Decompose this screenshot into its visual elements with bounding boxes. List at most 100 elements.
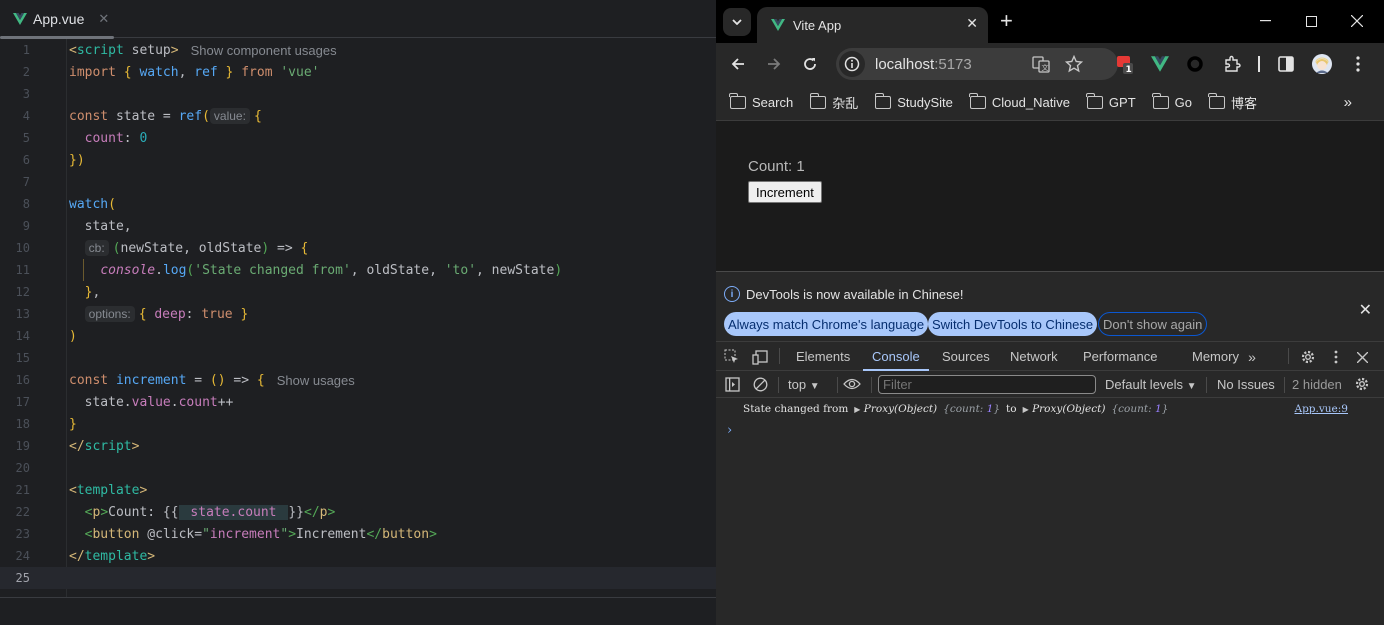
show-usages-hint[interactable]: Show usages (277, 373, 355, 388)
context-selector[interactable]: top ▼ (788, 377, 820, 392)
tab-search-button[interactable] (723, 8, 751, 36)
profile-avatar[interactable] (1311, 53, 1333, 75)
tab-console[interactable]: Console (863, 342, 929, 371)
bookmark-label: Cloud_Native (991, 95, 1070, 110)
preview-key: {count: (1111, 403, 1155, 415)
extensions-puzzle-icon[interactable] (1221, 53, 1243, 75)
tab-network[interactable]: Network (1010, 342, 1058, 371)
tab-elements[interactable]: Elements (796, 342, 850, 371)
bookmark-folder[interactable]: StudySite (874, 93, 953, 110)
site-info-button[interactable] (839, 51, 865, 77)
tab-performance[interactable]: Performance (1083, 342, 1157, 371)
code-line: 13 options:{ deep: true } (0, 303, 716, 325)
close-devtools-icon[interactable] (1352, 347, 1372, 367)
translate-icon[interactable]: 文 (1032, 55, 1050, 73)
dont-show-again-button[interactable]: Don't show again (1098, 312, 1208, 336)
close-icon[interactable]: ✕ (98, 11, 109, 27)
tab-memory[interactable]: Memory (1192, 342, 1239, 371)
back-button[interactable] (726, 52, 750, 76)
bookmarks-overflow-icon[interactable]: » (1344, 94, 1352, 111)
bookmark-folder[interactable]: Go (1152, 93, 1192, 110)
address-bar[interactable]: localhost:5173 文 (836, 48, 1118, 80)
folder-icon (969, 93, 986, 109)
folder-icon (1152, 93, 1169, 109)
expandable-object[interactable]: ▶ Proxy(Object) (854, 403, 937, 415)
console-filter-input[interactable] (878, 375, 1096, 394)
sidebar-toggle-icon[interactable] (722, 374, 742, 394)
divider (1288, 348, 1289, 364)
issues-button[interactable]: No Issues (1217, 377, 1275, 392)
bookmark-folder[interactable]: 杂乱 (809, 93, 858, 112)
bookmark-folder[interactable]: Search (729, 93, 793, 110)
code-line: 1 < script setup > Show component usages (0, 39, 716, 61)
show-component-usages-hint[interactable]: Show component usages (191, 43, 337, 58)
log-levels-dropdown[interactable]: Default levels ▼ (1105, 377, 1197, 392)
extension-circle-icon[interactable] (1184, 53, 1206, 75)
code-line: 2 import { watch, ref } from 'vue' (0, 61, 716, 83)
token: </ (366, 526, 383, 542)
info-icon: i (724, 286, 740, 302)
token: value (131, 394, 171, 410)
token: ( (112, 240, 121, 256)
editor-bottom-bar (0, 597, 716, 625)
increment-button[interactable]: Increment (748, 181, 822, 203)
tab-sources[interactable]: Sources (942, 342, 990, 371)
side-panel-icon[interactable] (1275, 53, 1297, 75)
bookmark-folder[interactable]: 博客 (1208, 93, 1257, 112)
always-match-language-button[interactable]: Always match Chrome's language (724, 312, 929, 336)
clear-console-icon[interactable] (750, 374, 770, 394)
browser-toolbar: localhost:5173 文 1 (716, 43, 1384, 85)
chrome-menu-icon[interactable] (1347, 53, 1369, 75)
language-infobar: i DevTools is now available in Chinese! … (716, 272, 1384, 342)
bookmark-star-icon[interactable] (1065, 55, 1083, 73)
vue-devtools-extension-icon[interactable] (1149, 53, 1171, 75)
devtools-menu-icon[interactable] (1326, 347, 1346, 367)
token: true (201, 306, 233, 322)
close-infobar-icon[interactable]: ✕ (1359, 300, 1372, 320)
forward-button[interactable] (762, 52, 786, 76)
token: : (185, 306, 202, 322)
new-tab-button[interactable]: + (1000, 8, 1013, 34)
token: const (69, 108, 109, 124)
device-toolbar-icon[interactable] (750, 347, 770, 367)
token: count (178, 394, 218, 410)
token: script (76, 42, 124, 58)
expand-triangle-icon[interactable]: ▶ (854, 405, 860, 414)
minimize-button[interactable] (1242, 8, 1288, 34)
browser-tab[interactable]: Vite App ✕ (757, 7, 988, 43)
token: @click= (139, 526, 203, 542)
switch-to-chinese-button[interactable]: Switch DevTools to Chinese (928, 312, 1098, 336)
indent-guide (83, 259, 84, 281)
console-settings-gear-icon[interactable] (1352, 374, 1372, 394)
maximize-button[interactable] (1288, 8, 1334, 34)
source-link[interactable]: App.vue:9 (1295, 403, 1349, 415)
token: . (170, 394, 179, 410)
line-number: 21 (15, 483, 30, 497)
line-number: 19 (15, 439, 30, 453)
preview-key: {count: (943, 403, 987, 415)
settings-gear-icon[interactable] (1298, 347, 1318, 367)
extension-red-icon[interactable]: 1 (1114, 53, 1136, 75)
editor-tab-app-vue[interactable]: App.vue ✕ (0, 0, 114, 39)
token: ref (178, 108, 203, 124)
close-window-button[interactable] (1334, 8, 1380, 34)
token: setup (123, 42, 171, 58)
more-tabs-icon[interactable]: » (1242, 347, 1262, 367)
live-expression-eye-icon[interactable] (842, 374, 862, 394)
bookmark-folder[interactable]: Cloud_Native (969, 93, 1070, 110)
preview-end: } (993, 403, 1001, 415)
reload-button[interactable] (798, 52, 822, 76)
inspect-element-icon[interactable] (722, 347, 742, 367)
console-prompt[interactable]: › (727, 423, 732, 438)
code-area[interactable]: 1 < script setup > Show component usages 2 im… (0, 39, 716, 589)
expand-triangle-icon[interactable]: ▶ (1023, 405, 1029, 414)
code-line: 20 (0, 457, 716, 479)
title-bar: Vite App ✕ + (716, 0, 1384, 43)
token: ( (186, 262, 195, 278)
code-line: 14) (0, 325, 716, 347)
code-line: 7 (0, 171, 716, 193)
expandable-object[interactable]: ▶ Proxy(Object) (1023, 403, 1106, 415)
close-tab-icon[interactable]: ✕ (966, 15, 978, 32)
code-line: 4 const state = ref(value:{ (0, 105, 716, 127)
bookmark-folder[interactable]: GPT (1086, 93, 1136, 110)
